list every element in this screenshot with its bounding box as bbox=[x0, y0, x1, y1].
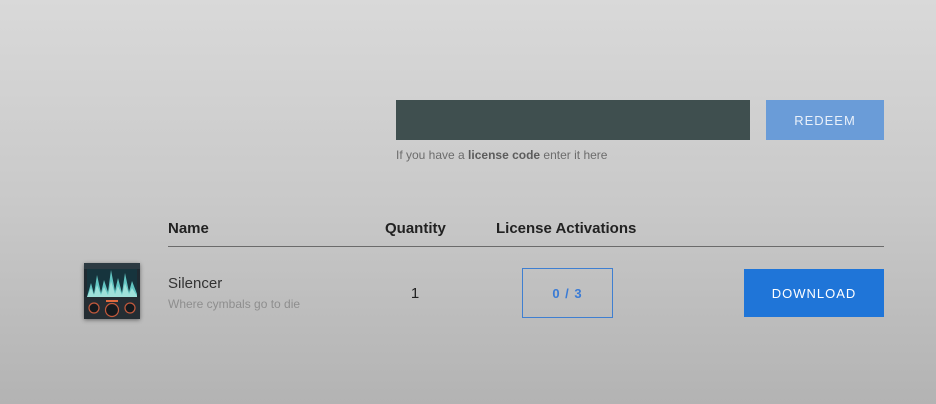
license-activations-count[interactable]: 0 / 3 bbox=[522, 268, 613, 318]
download-button[interactable]: DOWNLOAD bbox=[744, 269, 884, 317]
license-code-input[interactable] bbox=[396, 100, 750, 140]
column-header-quantity: Quantity bbox=[385, 220, 446, 237]
redeem-button[interactable]: REDEEM bbox=[766, 100, 884, 140]
license-hint-bold: license code bbox=[468, 148, 541, 162]
column-header-name: Name bbox=[168, 220, 209, 237]
silencer-plugin-thumbnail-icon bbox=[84, 263, 140, 319]
product-tagline: Where cymbals go to die bbox=[168, 297, 301, 311]
table-header-divider bbox=[168, 246, 884, 247]
license-hint: If you have a license code enter it here bbox=[396, 148, 607, 162]
plugin-thumbnail-graphic bbox=[84, 263, 140, 319]
quantity-value: 1 bbox=[410, 285, 420, 302]
license-hint-suffix: enter it here bbox=[540, 148, 608, 162]
column-header-license-activations: License Activations bbox=[496, 220, 637, 237]
license-hint-prefix: If you have a bbox=[396, 148, 469, 162]
product-name: Silencer bbox=[168, 275, 223, 292]
